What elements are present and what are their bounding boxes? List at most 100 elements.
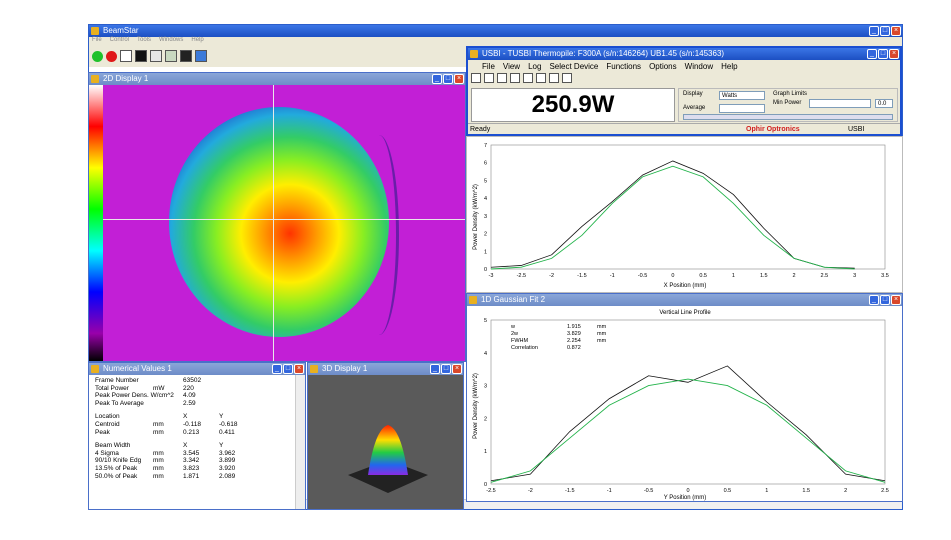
beam-spot [169, 107, 389, 337]
maximize-button[interactable]: □ [880, 295, 890, 305]
window-icon [310, 365, 318, 373]
usbi-menubar: File View Log Select Device Functions Op… [468, 60, 900, 72]
beam-image[interactable] [89, 85, 465, 361]
average-select[interactable] [719, 104, 765, 113]
usbi-menu-help[interactable]: Help [721, 62, 737, 71]
beam-ring [359, 135, 399, 335]
peak-unit: mm [153, 428, 164, 436]
maximize-button[interactable]: □ [441, 364, 451, 374]
menu-help[interactable]: Help [191, 37, 203, 46]
log-icon[interactable] [536, 73, 546, 83]
display-select[interactable]: Watts [719, 91, 765, 100]
x-tick-label: -2.5 [486, 488, 495, 494]
minimize-button[interactable]: _ [430, 364, 440, 374]
y-tick-label: 3 [484, 214, 487, 220]
y-tick-label: 6 [484, 161, 487, 167]
x-tick-label: -2 [549, 273, 554, 279]
print-icon[interactable] [549, 73, 559, 83]
bw-row-x: 3.342 [183, 457, 200, 465]
maximize-button[interactable]: □ [878, 49, 888, 59]
status-text: Ready [470, 126, 491, 133]
x-tick-label: -1.5 [577, 273, 586, 279]
mesh-icon[interactable] [150, 50, 162, 62]
peak-y: 0.411 [219, 428, 235, 436]
menu-tools[interactable]: Tools [137, 37, 151, 46]
minimize-button[interactable]: _ [869, 295, 879, 305]
numerical-scrollbar[interactable] [295, 375, 305, 509]
bw-row-y: 3.962 [219, 449, 236, 457]
x-tick-label: 3.5 [881, 273, 889, 279]
maximize-button[interactable]: □ [880, 26, 890, 36]
plot-frame [490, 319, 886, 485]
open-icon[interactable] [497, 73, 507, 83]
y-tick-label: 4 [484, 351, 487, 357]
controls-scrollbar[interactable] [683, 114, 893, 120]
centroid-x: -0.118 [183, 420, 201, 428]
bw-row-unit: mm [153, 464, 164, 472]
y-header: Y [219, 413, 224, 421]
minimize-button[interactable]: _ [869, 26, 879, 36]
x-header: X [183, 413, 188, 421]
x-tick-label: 0.5 [724, 488, 732, 494]
close-button[interactable]: × [889, 49, 899, 59]
color-map-icon[interactable] [195, 50, 207, 62]
frame-number: 63502 [183, 377, 202, 384]
usbi-menu-select-device[interactable]: Select Device [549, 62, 598, 71]
save-icon[interactable] [523, 73, 533, 83]
maximize-button[interactable]: □ [443, 74, 453, 84]
peak-x: 0.213 [183, 428, 200, 436]
display-2d-window: 2D Display 1 _ □ × [88, 72, 466, 362]
usbi-menu-functions[interactable]: Functions [606, 62, 641, 71]
total-power-label: Total Power [95, 384, 129, 392]
connect-icon[interactable] [471, 73, 481, 83]
close-button[interactable]: × [452, 364, 462, 374]
menu-windows[interactable]: Windows [159, 37, 183, 46]
help-icon[interactable] [562, 73, 572, 83]
display-label: Display [683, 91, 703, 97]
x-tick-label: -2 [528, 488, 533, 494]
bw-row-label: 50.0% of Peak [95, 472, 138, 480]
y-tick-label: 4 [484, 196, 487, 202]
minimize-button[interactable]: _ [867, 49, 877, 59]
usbi-menu-file[interactable]: File [482, 62, 495, 71]
x-tick-label: -0.5 [644, 488, 653, 494]
close-button[interactable]: × [294, 364, 304, 374]
usbi-menu-view[interactable]: View [503, 62, 520, 71]
y-tick-label: 5 [484, 178, 487, 184]
usbi-menu-window[interactable]: Window [685, 62, 713, 71]
x-tick-label: 2 [793, 273, 796, 279]
image-icon[interactable] [180, 50, 192, 62]
min-power-slider[interactable] [809, 99, 871, 108]
close-button[interactable]: × [891, 26, 901, 36]
stat-unit: mm [597, 324, 607, 330]
close-button[interactable]: × [454, 74, 464, 84]
frame-number-label: Frame Number [95, 377, 139, 384]
beam-3d-plot[interactable] [308, 375, 463, 509]
display-2d-titlebar: 2D Display 1 _ □ × [89, 73, 465, 85]
layout-icon[interactable] [120, 50, 132, 62]
crosshair-horizontal[interactable] [103, 219, 465, 220]
y-tick-label: 5 [484, 318, 487, 324]
minimize-button[interactable]: _ [272, 364, 282, 374]
centroid-y: -0.618 [219, 420, 238, 428]
record-icon[interactable] [106, 50, 117, 62]
crosshair-vertical[interactable] [273, 85, 274, 361]
minimize-button[interactable]: _ [432, 74, 442, 84]
min-power-field[interactable]: 0.0 [875, 99, 893, 108]
close-button[interactable]: × [891, 295, 901, 305]
usbi-menu-options[interactable]: Options [649, 62, 677, 71]
black-frame-icon[interactable] [135, 50, 147, 62]
menu-control[interactable]: Control [110, 37, 129, 46]
measured-series-line [490, 365, 886, 482]
menu-file[interactable]: File [92, 37, 102, 46]
maximize-button[interactable]: □ [283, 364, 293, 374]
grid-icon[interactable] [165, 50, 177, 62]
stat-value: 0.872 [567, 345, 581, 351]
start-icon[interactable] [92, 50, 103, 62]
usbi-menu-log[interactable]: Log [528, 62, 541, 71]
settings-icon[interactable] [484, 73, 494, 83]
stat-label: Correlation [511, 345, 538, 351]
chart-icon[interactable] [510, 73, 520, 83]
stat-value: 3.829 [567, 331, 581, 337]
window-icon [470, 50, 478, 58]
